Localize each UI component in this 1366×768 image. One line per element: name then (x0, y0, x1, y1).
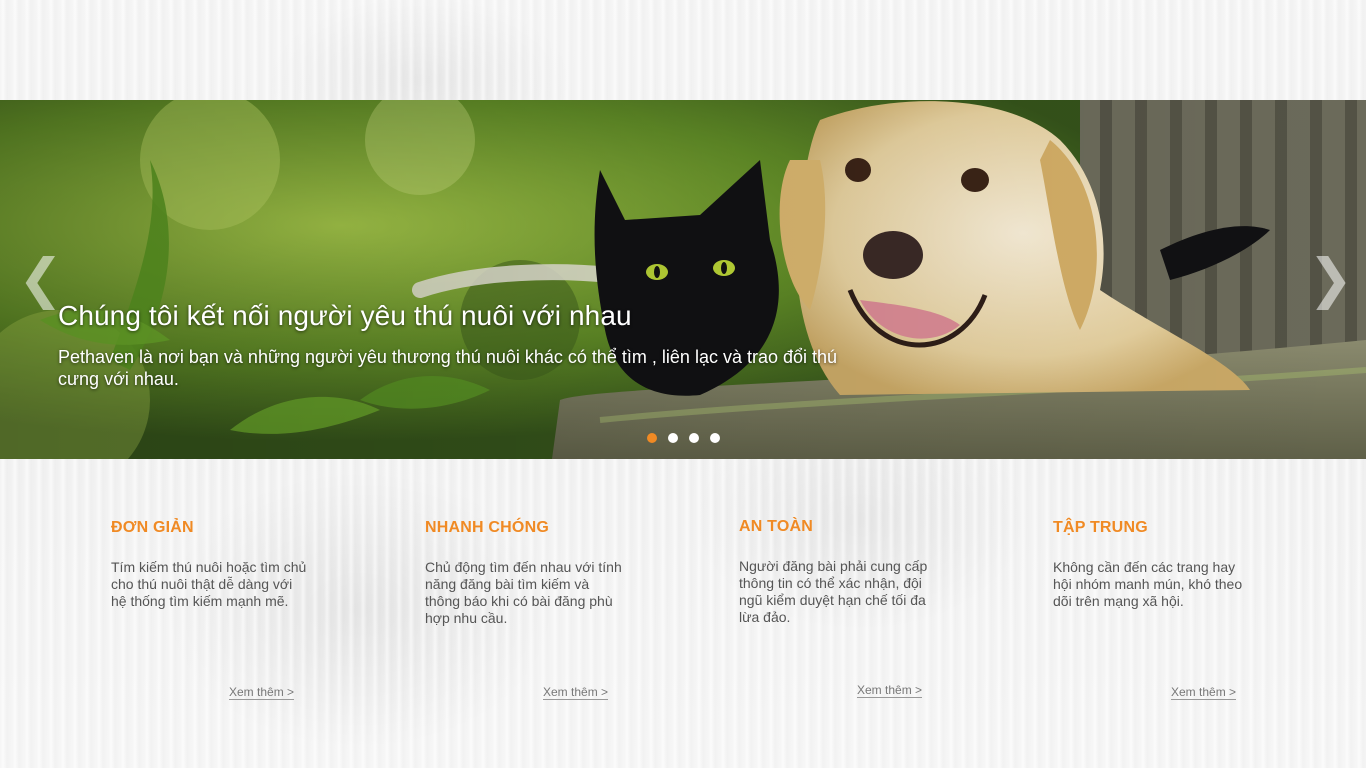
read-more-link[interactable]: Xem thêm > (857, 683, 923, 698)
feature-title: NHANH CHÓNG (425, 519, 549, 536)
read-more-link[interactable]: Xem thêm > (543, 685, 609, 700)
slider-dot-3[interactable] (689, 433, 699, 443)
read-more-link[interactable]: Xem thêm > (1171, 685, 1237, 700)
feature-safe: AN TOÀN Người đăng bài phải cung cấp thô… (739, 518, 939, 698)
slider-dot-4[interactable] (710, 433, 720, 443)
feature-title: TẬP TRUNG (1053, 519, 1148, 536)
feature-text: Người đăng bài phải cung cấp thông tin c… (739, 558, 928, 625)
header-area (0, 0, 1366, 100)
prev-slide-button[interactable]: ❮ (18, 248, 63, 310)
feature-simple: ĐƠN GIẢN Tím kiếm thú nuôi hoặc tìm chủ … (111, 519, 311, 700)
slider-dot-2[interactable] (668, 433, 678, 443)
features-section: ĐƠN GIẢN Tím kiếm thú nuôi hoặc tìm chủ … (0, 459, 1366, 768)
slide-caption: Chúng tôi kết nối người yêu thú nuôi với… (58, 300, 838, 390)
slider-pagination (647, 433, 720, 443)
slide-title: Chúng tôi kết nối người yêu thú nuôi với… (58, 300, 632, 331)
feature-focused: TẬP TRUNG Không cần đến các trang hay hộ… (1053, 519, 1253, 700)
chevron-left-icon: ❮ (18, 247, 64, 310)
slider-dot-1[interactable] (647, 433, 657, 443)
feature-text: Không cần đến các trang hay hội nhóm man… (1053, 559, 1243, 609)
next-slide-button[interactable]: ❯ (1308, 248, 1353, 310)
hero-slider: ❮ ❯ Chúng tôi kết nối người yêu thú nuôi… (0, 100, 1366, 459)
feature-fast: NHANH CHÓNG Chủ động tìm đến nhau với tí… (425, 519, 625, 700)
slide-overlay (0, 100, 1366, 459)
read-more-link[interactable]: Xem thêm > (229, 685, 295, 700)
feature-text: Tím kiếm thú nuôi hoặc tìm chủ cho thú n… (111, 559, 307, 609)
chevron-right-icon: ❯ (1308, 247, 1354, 310)
slide-description: Pethaven là nơi bạn và những người yêu t… (58, 347, 838, 389)
feature-title: ĐƠN GIẢN (111, 519, 194, 536)
feature-text: Chủ động tìm đến nhau với tính năng đăng… (425, 559, 622, 626)
feature-title: AN TOÀN (739, 518, 813, 535)
